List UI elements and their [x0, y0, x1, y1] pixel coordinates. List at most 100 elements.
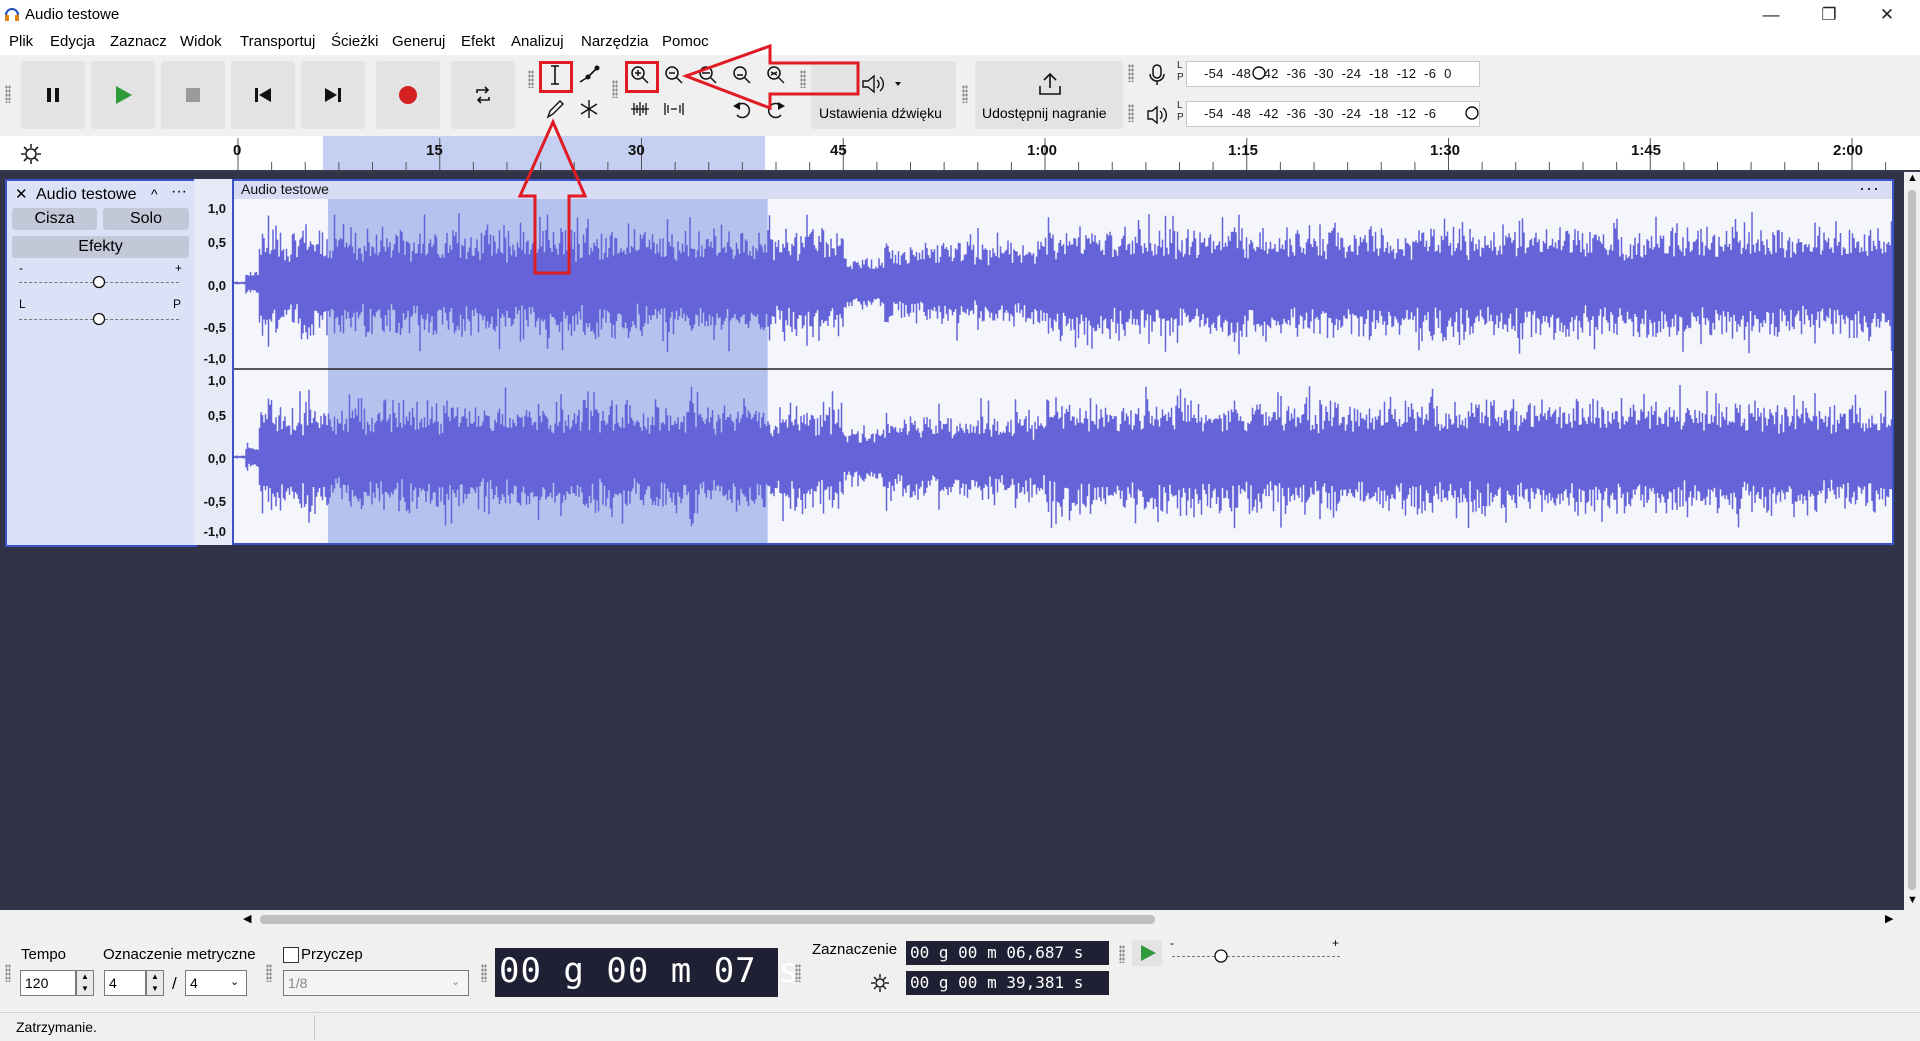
playback-speaker-icon[interactable]	[1146, 103, 1168, 127]
track-name[interactable]: Audio testowe	[36, 186, 137, 204]
menu-plik[interactable]: Plik	[9, 33, 33, 50]
horizontal-scrollbar[interactable]: ◀ ▶	[240, 910, 1904, 928]
gain-slider-thumb[interactable]	[92, 275, 106, 289]
waveform[interactable]	[234, 199, 1892, 543]
menu-narzedzia[interactable]: Narzędzia	[581, 33, 649, 50]
gain-minus-label: -	[19, 261, 23, 275]
menu-zaznacz[interactable]: Zaznacz	[110, 33, 167, 50]
clip-title[interactable]: Audio testowe	[241, 181, 329, 197]
status-divider	[314, 1015, 315, 1039]
undo-icon	[733, 102, 751, 119]
restore-button[interactable]: ❐	[1800, 0, 1858, 29]
envelope-tool[interactable]	[576, 62, 602, 88]
beats-stepper[interactable]: ▲ ▼	[146, 970, 164, 996]
toolbar-grip[interactable]	[5, 85, 11, 103]
zoom-out-button[interactable]	[661, 62, 687, 88]
draw-tool[interactable]	[542, 96, 568, 122]
stop-button[interactable]	[161, 61, 225, 129]
minimize-button[interactable]: —	[1742, 0, 1800, 29]
menu-efekt[interactable]: Efekt	[461, 33, 495, 50]
selection-start-display[interactable]: 00 g 00 m 06,687 s	[906, 941, 1109, 965]
microphone-icon[interactable]	[1146, 63, 1168, 87]
play-level-slider-thumb[interactable]	[1464, 105, 1480, 121]
snap-checkbox[interactable]	[283, 947, 299, 963]
trim-button[interactable]	[627, 96, 653, 122]
speed-slider-thumb[interactable]	[1213, 948, 1229, 964]
pause-button[interactable]	[21, 61, 85, 129]
play-at-speed-grip[interactable]	[1119, 945, 1125, 963]
skip-to-start-button[interactable]	[231, 61, 295, 129]
loop-button[interactable]	[451, 61, 515, 129]
fit-selection-button[interactable]	[695, 62, 721, 88]
rec-level-slider-thumb[interactable]	[1251, 65, 1267, 81]
mute-button[interactable]: Cisza	[12, 208, 97, 230]
scroll-up-icon[interactable]: ▲	[1907, 172, 1918, 184]
time-display[interactable]: 00 g 00 m 07 s	[495, 948, 799, 997]
selection-settings-icon[interactable]	[869, 972, 891, 994]
menu-edycja[interactable]: Edycja	[50, 33, 95, 50]
play-meter-grip[interactable]	[1128, 104, 1134, 122]
menu-transportuj[interactable]: Transportuj	[240, 33, 315, 50]
scroll-down-icon[interactable]: ▼	[1907, 894, 1918, 906]
time-grip[interactable]	[481, 964, 487, 982]
close-track-icon[interactable]: ✕	[15, 185, 28, 203]
vertical-scroll-thumb[interactable]	[1908, 190, 1916, 890]
zoom-toggle-icon	[767, 66, 785, 84]
trim-audio-icon	[631, 102, 649, 116]
tempo-input[interactable]: 120	[20, 970, 76, 996]
menu-widok[interactable]: Widok	[180, 33, 222, 50]
selection-grip[interactable]	[795, 964, 801, 982]
fit-project-button[interactable]	[729, 62, 755, 88]
multi-tool[interactable]	[576, 96, 602, 122]
collapse-track-icon[interactable]: ^	[151, 186, 158, 202]
annotation-selection-tool-box	[539, 61, 573, 93]
redo-button[interactable]	[763, 96, 789, 122]
clip-menu-icon[interactable]: ···	[1859, 178, 1880, 199]
toolbar: Ustawienia dźwięku Udostępnij nagranie L…	[0, 55, 1920, 137]
snap-select[interactable]: 1/8	[283, 970, 469, 996]
share-grip[interactable]	[962, 85, 968, 103]
solo-button[interactable]: Solo	[103, 208, 189, 230]
time-signature-separator: /	[172, 974, 177, 993]
skip-start-icon	[255, 88, 271, 102]
share-audio-button[interactable]: Udostępnij nagranie	[975, 61, 1123, 129]
menu-analizuj[interactable]: Analizuj	[511, 33, 564, 50]
pan-slider-thumb[interactable]	[92, 312, 106, 326]
effects-button[interactable]: Efekty	[12, 236, 189, 258]
silence-button[interactable]	[661, 96, 687, 122]
scroll-left-icon[interactable]: ◀	[243, 912, 251, 925]
vscale-label: 0,0	[207, 451, 226, 466]
selection-end-display[interactable]: 00 g 00 m 39,381 s	[906, 971, 1109, 995]
menu-generuj[interactable]: Generuj	[392, 33, 445, 50]
snap-grip[interactable]	[266, 964, 272, 982]
skip-to-end-button[interactable]	[301, 61, 365, 129]
tools-grip[interactable]	[528, 70, 534, 88]
selection-label: Zaznaczenie	[812, 941, 898, 958]
vscale-label: -1,0	[203, 351, 226, 366]
close-button[interactable]: ✕	[1858, 0, 1916, 29]
menu-pomoc[interactable]: Pomoc	[662, 33, 709, 50]
speed-slider[interactable]	[1172, 956, 1340, 958]
menu-sciezki[interactable]: Ścieżki	[331, 33, 379, 50]
audio-setup-grip[interactable]	[800, 70, 806, 88]
beats-per-bar-input[interactable]: 4	[104, 970, 146, 996]
scroll-right-icon[interactable]: ▶	[1885, 912, 1893, 925]
track-menu-icon[interactable]: ···	[171, 183, 187, 201]
record-button[interactable]	[376, 61, 440, 129]
zoom-toggle-button[interactable]	[763, 62, 789, 88]
share-label: Udostępnij nagranie	[982, 105, 1107, 121]
audio-setup-button[interactable]: Ustawienia dźwięku	[811, 61, 956, 129]
rec-meter-grip[interactable]	[1128, 64, 1134, 82]
horizontal-scroll-thumb[interactable]	[260, 915, 1155, 924]
tempo-stepper[interactable]: ▲ ▼	[76, 970, 94, 996]
amplitude-ruler[interactable]: 1,0 0,5 0,0 -0,5 -1,0 1,0 0,5 0,0 -0,5 -…	[194, 179, 232, 545]
play-at-speed-button[interactable]	[1132, 940, 1162, 966]
edit-grip[interactable]	[612, 80, 618, 98]
pan-right-label: P	[173, 297, 182, 311]
vertical-scrollbar[interactable]: ▲ ▼	[1904, 172, 1920, 910]
clip-header[interactable]	[234, 181, 1892, 199]
track-control-panel[interactable]: ✕ Audio testowe ^ ··· Cisza Solo Efekty …	[5, 179, 197, 547]
play-button[interactable]	[91, 61, 155, 129]
time-signature-grip[interactable]	[5, 964, 11, 982]
undo-button[interactable]	[729, 96, 755, 122]
